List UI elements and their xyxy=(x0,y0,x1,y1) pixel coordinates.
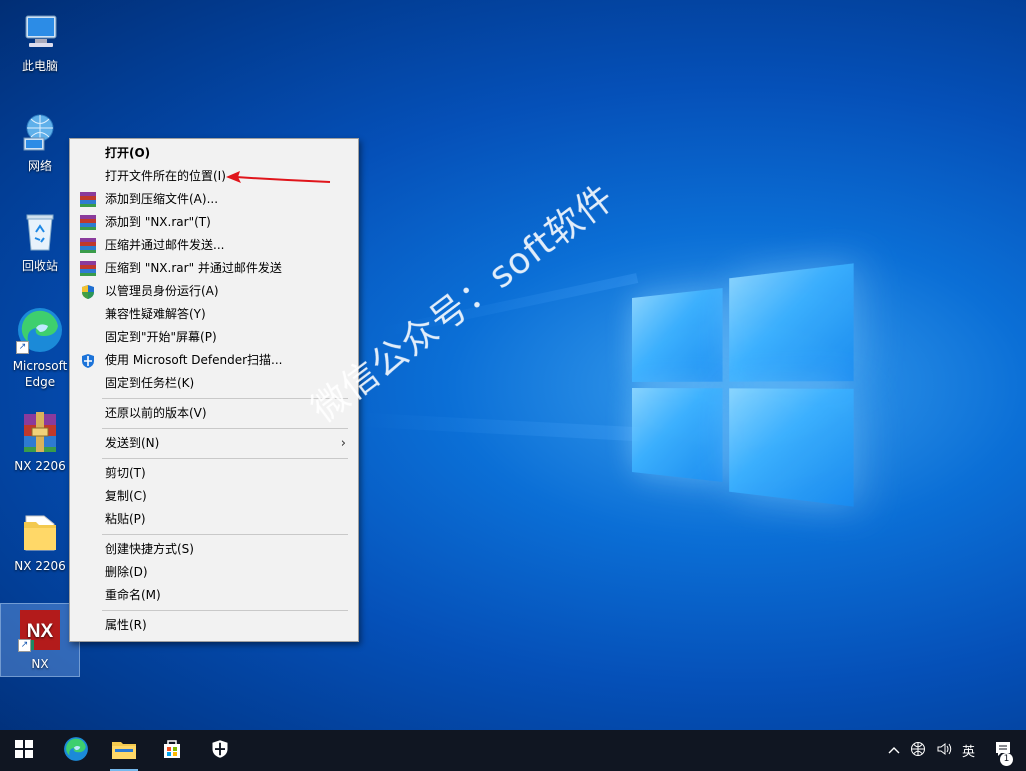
light-beam xyxy=(359,412,641,442)
menu-item-label: 还原以前的版本(V) xyxy=(105,406,207,420)
shortcut-arrow-icon: ↗ xyxy=(16,341,29,354)
menu-item-properties[interactable]: 属性(R) xyxy=(70,614,358,637)
menu-item-label: 复制(C) xyxy=(105,489,147,503)
menu-item-label: 粘贴(P) xyxy=(105,512,146,526)
menu-item-label: 压缩到 "NX.rar" 并通过邮件发送 xyxy=(105,261,282,275)
menu-separator xyxy=(102,428,348,429)
menu-item-label: 使用 Microsoft Defender扫描... xyxy=(105,353,283,367)
uac-shield-icon xyxy=(80,284,96,299)
menu-item-label: 打开(O) xyxy=(105,146,151,160)
winrar-icon xyxy=(80,261,96,276)
menu-item-label: 剪切(T) xyxy=(105,466,146,480)
taskbar-security[interactable] xyxy=(196,730,244,771)
desktop-icon-label: NX 2206 xyxy=(14,559,66,573)
desktop-icon-edge[interactable]: ↗ Microsoft Edge xyxy=(1,306,79,390)
menu-item-label: 固定到"开始"屏幕(P) xyxy=(105,330,217,344)
edge-icon: ↗ xyxy=(16,306,64,354)
taskbar: 英 1 xyxy=(0,730,1026,771)
desktop-icon-recycle-bin[interactable]: 回收站 xyxy=(1,210,79,274)
desktop-icon-nx[interactable]: NX ↗ NX xyxy=(0,603,80,677)
menu-item-compress-to-nx-rar-and-email[interactable]: 压缩到 "NX.rar" 并通过邮件发送 xyxy=(70,257,358,280)
taskbar-store[interactable] xyxy=(148,730,196,771)
chevron-up-icon[interactable] xyxy=(888,743,900,758)
menu-item-paste[interactable]: 粘贴(P) xyxy=(70,508,358,531)
winrar-icon xyxy=(80,192,96,207)
notification-badge: 1 xyxy=(1000,752,1013,766)
desktop-icon-label: NX xyxy=(31,657,49,671)
winrar-icon xyxy=(80,215,96,230)
desktop-icon-this-pc[interactable]: 此电脑 xyxy=(1,10,79,74)
desktop-icon-label: 此电脑 xyxy=(21,59,58,73)
notification-center-button[interactable]: 1 xyxy=(994,740,1013,766)
recycle-bin-icon xyxy=(18,210,62,254)
menu-item-troubleshoot-compatibility[interactable]: 兼容性疑难解答(Y) xyxy=(70,303,358,326)
volume-icon[interactable] xyxy=(936,741,952,761)
winrar-archive-icon xyxy=(18,410,62,454)
menu-item-copy[interactable]: 复制(C) xyxy=(70,485,358,508)
menu-item-cut[interactable]: 剪切(T) xyxy=(70,462,358,485)
menu-item-defender-scan[interactable]: 使用 Microsoft Defender扫描... xyxy=(70,349,358,372)
desktop-icon-label: 回收站 xyxy=(21,259,58,273)
menu-item-label: 以管理员身份运行(A) xyxy=(105,284,219,298)
system-tray: 英 1 xyxy=(883,730,1026,771)
menu-item-label: 添加到 "NX.rar"(T) xyxy=(105,215,211,229)
folder-icon xyxy=(18,510,62,554)
menu-separator xyxy=(102,458,348,459)
menu-separator xyxy=(102,534,348,535)
this-pc-icon xyxy=(18,10,62,54)
menu-item-label: 创建快捷方式(S) xyxy=(105,542,194,556)
desktop-icon-label: NX 2206 xyxy=(14,459,66,473)
menu-item-label: 打开文件所在的位置(I) xyxy=(105,169,226,183)
menu-item-add-to-archive[interactable]: 添加到压缩文件(A)... xyxy=(70,188,358,211)
network-globe-icon[interactable] xyxy=(910,741,926,761)
menu-item-label: 发送到(N) xyxy=(105,436,160,450)
menu-item-rename[interactable]: 重命名(M) xyxy=(70,584,358,607)
security-icon xyxy=(210,739,230,763)
taskbar-file-explorer[interactable] xyxy=(100,730,148,771)
defender-icon xyxy=(80,353,96,368)
store-icon xyxy=(161,738,183,764)
menu-item-label: 固定到任务栏(K) xyxy=(105,376,195,390)
menu-item-add-to-nx-rar[interactable]: 添加到 "NX.rar"(T) xyxy=(70,211,358,234)
menu-item-label: 删除(D) xyxy=(105,565,148,579)
annotation-arrow xyxy=(226,171,331,183)
nx-app-icon: NX ↗ xyxy=(18,608,62,652)
network-icon xyxy=(18,110,62,154)
desktop-icon-label: 网络 xyxy=(27,159,52,173)
menu-item-pin-to-start[interactable]: 固定到"开始"屏幕(P) xyxy=(70,326,358,349)
winrar-icon xyxy=(80,238,96,253)
menu-item-run-as-admin[interactable]: 以管理员身份运行(A) xyxy=(70,280,358,303)
windows-logo-wallpaper xyxy=(632,263,854,507)
desktop-icon-network[interactable]: 网络 xyxy=(1,110,79,174)
edge-icon xyxy=(63,736,89,766)
menu-item-create-shortcut[interactable]: 创建快捷方式(S) xyxy=(70,538,358,561)
chevron-right-icon: › xyxy=(340,436,346,451)
menu-item-label: 属性(R) xyxy=(105,618,147,632)
menu-item-label: 添加到压缩文件(A)... xyxy=(105,192,219,206)
menu-item-delete[interactable]: 删除(D) xyxy=(70,561,358,584)
menu-item-label: 兼容性疑难解答(Y) xyxy=(105,307,206,321)
file-explorer-icon xyxy=(112,739,136,763)
menu-item-send-to[interactable]: 发送到(N) › xyxy=(70,432,358,455)
desktop-icon-nx-2206-archive[interactable]: NX 2206 xyxy=(1,410,79,474)
menu-separator xyxy=(102,610,348,611)
taskbar-edge[interactable] xyxy=(52,730,100,771)
start-button[interactable] xyxy=(0,730,48,771)
start-icon xyxy=(15,739,33,762)
menu-item-label: 重命名(M) xyxy=(105,588,161,602)
menu-item-compress-and-email[interactable]: 压缩并通过邮件发送... xyxy=(70,234,358,257)
ime-indicator[interactable]: 英 xyxy=(962,741,975,760)
desktop-icon-label: Microsoft Edge xyxy=(12,359,68,389)
menu-item-label: 压缩并通过邮件发送... xyxy=(105,238,225,252)
desktop-icon-nx-2206-folder[interactable]: NX 2206 xyxy=(1,510,79,574)
shortcut-arrow-icon: ↗ xyxy=(18,639,31,652)
menu-item-open[interactable]: 打开(O) xyxy=(70,142,358,165)
